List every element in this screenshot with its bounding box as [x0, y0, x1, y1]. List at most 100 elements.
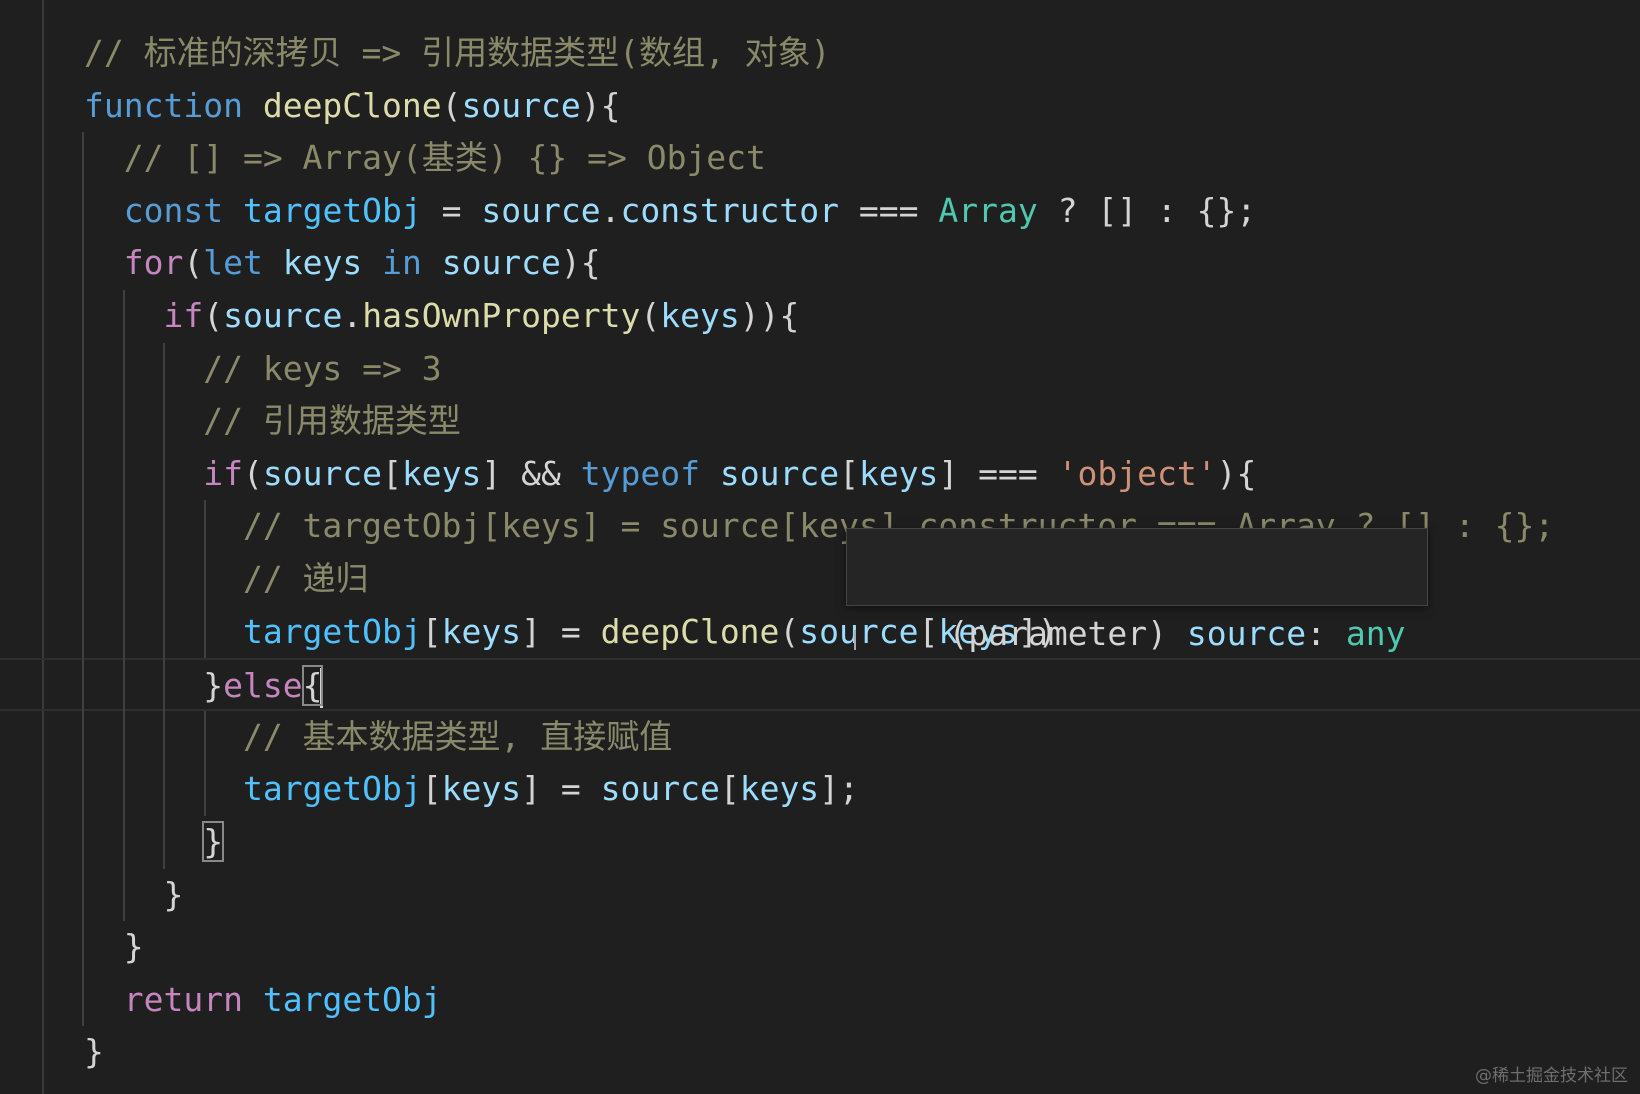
hover-separator: :	[1306, 614, 1326, 653]
code-line[interactable]: // keys => 3	[0, 343, 1640, 396]
code-token: [	[382, 453, 402, 493]
code-line[interactable]: return targetObj	[0, 974, 1640, 1027]
code-token: // 标准的深拷贝 => 引用数据类型(数组, 对象)	[84, 33, 831, 72]
code-token: function	[84, 85, 243, 125]
code-token: source	[441, 243, 561, 283]
code-token: hasOwnProperty	[362, 295, 641, 335]
code-token: if	[203, 453, 243, 493]
code-token: keys	[441, 611, 522, 651]
code-token: ===	[839, 190, 939, 230]
code-token: ] ===	[938, 453, 1058, 493]
code-editor[interactable]: // 标准的深拷贝 => 引用数据类型(数组, 对象) function deep…	[0, 0, 1640, 1094]
code-token: ){	[560, 243, 601, 283]
code-token: typeof	[580, 453, 700, 493]
code-token: keys	[401, 453, 482, 493]
code-token: .	[342, 295, 363, 335]
code-line[interactable]: for(let keys in source){	[0, 237, 1640, 290]
code-token: }	[163, 874, 184, 914]
code-token: targetObj	[262, 979, 442, 1019]
code-token: deepClone	[262, 85, 442, 125]
code-token: let	[203, 243, 263, 283]
code-token: const	[123, 190, 224, 230]
code-line[interactable]: }	[0, 1026, 1640, 1079]
code-token: keys	[660, 295, 740, 335]
indent-guide	[204, 500, 206, 659]
code-token: [	[719, 769, 740, 809]
code-token: ];	[819, 769, 859, 809]
code-token: }	[202, 820, 225, 862]
code-token: =	[421, 190, 482, 230]
code-token: [	[421, 769, 442, 809]
code-token: (	[640, 295, 661, 335]
mouse-ibeam-cursor	[854, 630, 856, 650]
code-token: return	[123, 979, 243, 1019]
code-token: source	[481, 190, 601, 230]
code-token: // 基本数据类型, 直接赋值	[242, 716, 673, 756]
code-token: source	[223, 295, 343, 335]
code-token: (	[242, 453, 263, 493]
code-token: 'object'	[1057, 453, 1217, 493]
indent-guide	[82, 132, 84, 1027]
code-token: ] =	[521, 611, 601, 651]
indent-guide	[123, 290, 125, 922]
code-token: targetObj	[242, 769, 422, 809]
code-token: }	[203, 666, 224, 706]
hover-label: (parameter)	[948, 614, 1168, 653]
code-token: )){	[739, 295, 800, 335]
code-line[interactable]: }	[0, 921, 1640, 974]
code-line[interactable]: // 基本数据类型, 直接赋值	[0, 711, 1640, 764]
code-token: (	[441, 85, 462, 125]
code-token: source	[262, 453, 383, 493]
code-line[interactable]: }	[0, 816, 1640, 869]
indent-guide	[204, 710, 206, 816]
code-line[interactable]: targetObj[keys] = source[keys];	[0, 763, 1640, 816]
code-token: [	[839, 453, 859, 493]
text-cursor	[320, 667, 324, 708]
code-token: // 引用数据类型	[203, 401, 461, 441]
code-token: // keys => 3	[203, 348, 442, 388]
code-token: keys	[282, 243, 363, 283]
code-token: source	[719, 453, 840, 493]
code-line[interactable]: // 标准的深拷贝 => 引用数据类型(数组, 对象)	[0, 27, 1640, 80]
code-token: for	[123, 243, 184, 283]
code-token: Array	[938, 190, 1038, 230]
code-token: source	[600, 769, 720, 809]
code-token: ? [] : {};	[1037, 190, 1257, 230]
code-token: ){	[580, 85, 621, 125]
code-token: source	[461, 85, 581, 125]
code-token: // 递归	[242, 558, 369, 598]
code-line[interactable]: function deepClone(source){	[0, 80, 1640, 133]
code-line[interactable]: // [] => Array(基类) {} => Object	[0, 132, 1640, 185]
code-line[interactable]: const targetObj = source.constructor ===…	[0, 185, 1640, 238]
hover-param-name: source	[1186, 614, 1307, 653]
code-token: targetObj	[242, 190, 422, 230]
code-line[interactable]: // 引用数据类型	[0, 395, 1640, 448]
code-token: keys	[739, 769, 820, 809]
code-line[interactable]: }	[0, 869, 1640, 922]
code-token: ){	[1216, 453, 1257, 493]
code-token: }	[84, 1032, 104, 1072]
code-line[interactable]: if(source.hasOwnProperty(keys)){	[0, 290, 1640, 343]
code-token: if	[163, 295, 204, 335]
code-token: (	[183, 243, 204, 283]
code-token: (	[779, 611, 800, 651]
indent-guide	[163, 342, 165, 869]
code-line[interactable]: if(source[keys] && typeof source[keys] =…	[0, 448, 1640, 501]
code-token: ] &&	[481, 453, 581, 493]
code-token: else	[223, 666, 303, 706]
